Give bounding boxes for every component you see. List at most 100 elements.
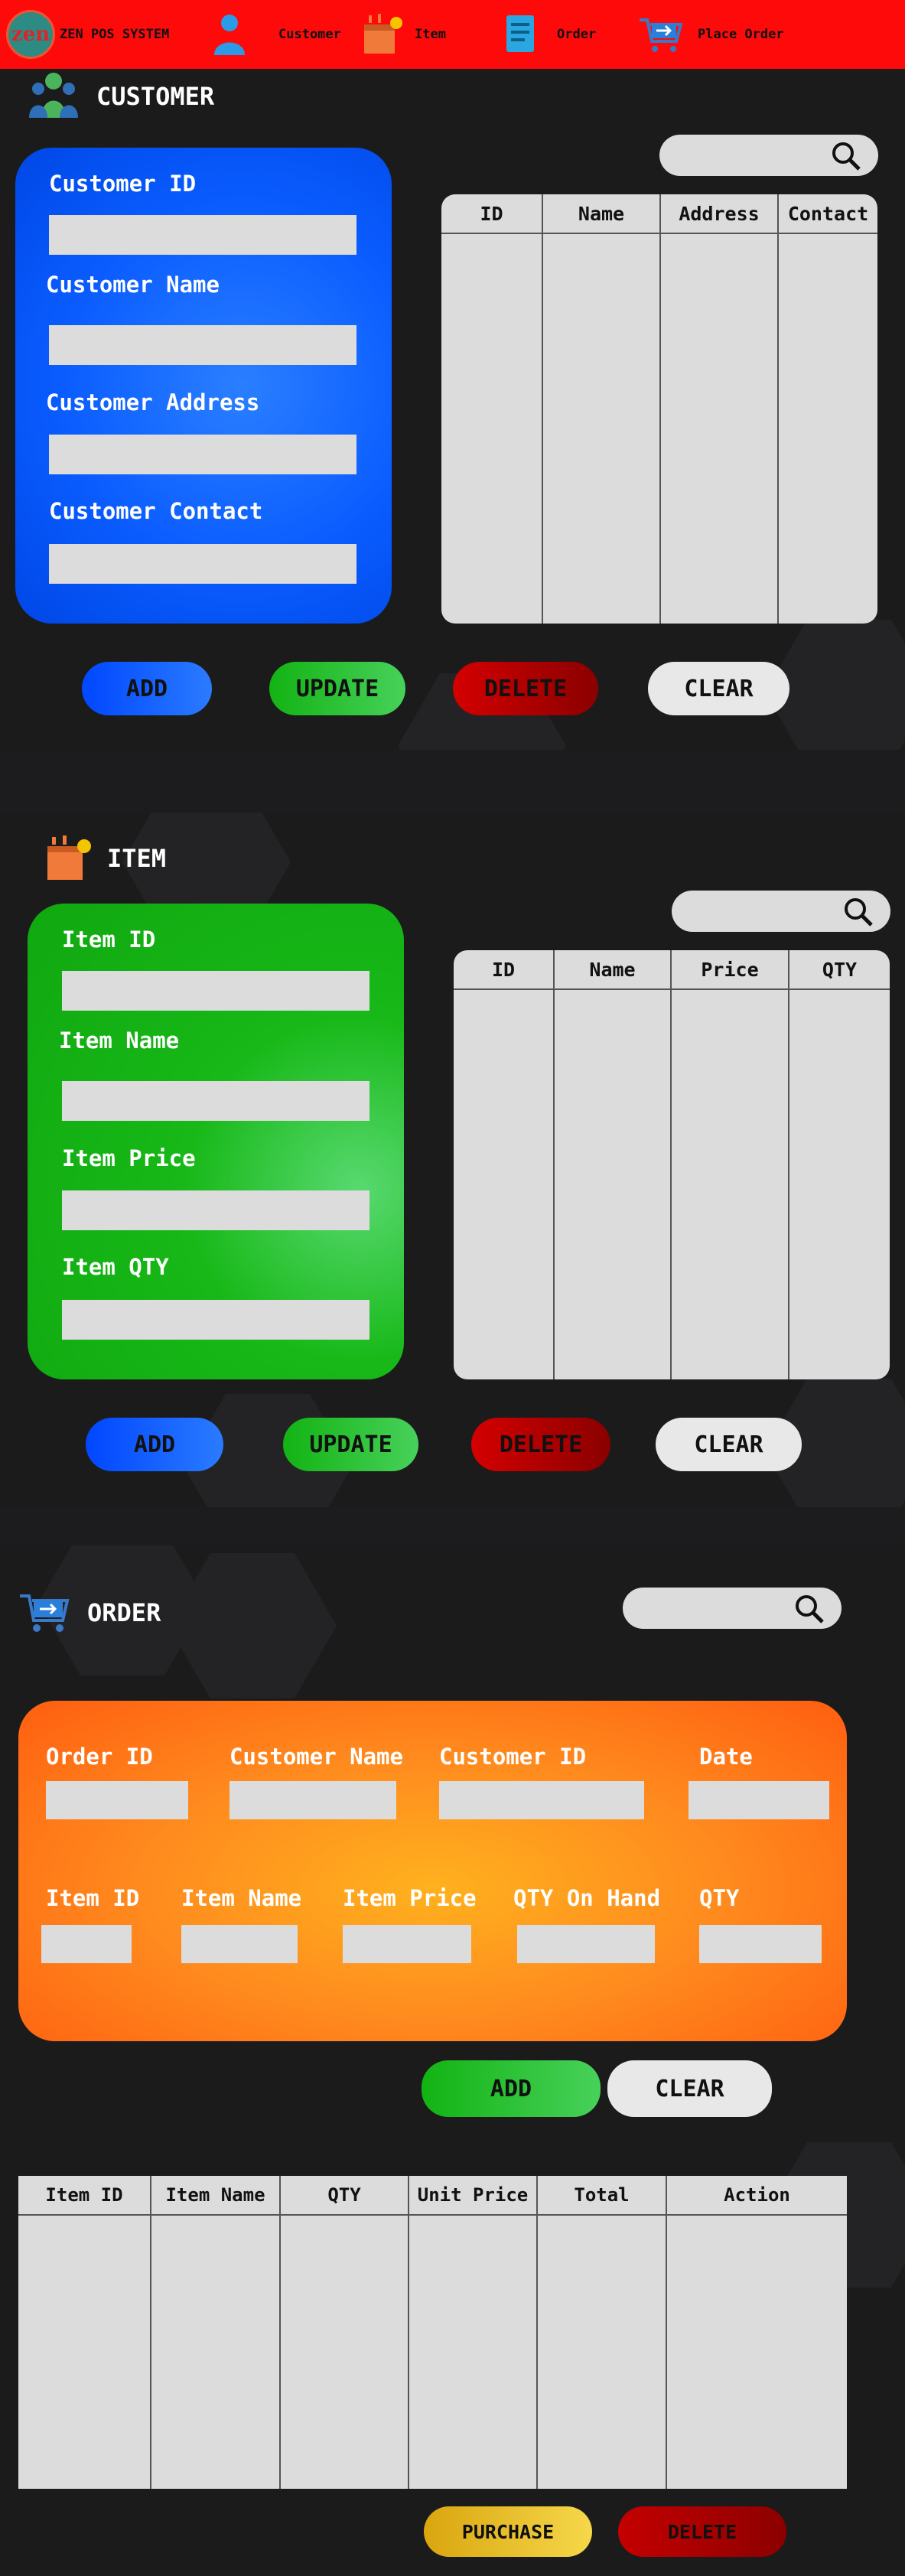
place-order-cart-icon: [640, 18, 682, 52]
item-table: ID Name Price QTY: [454, 950, 890, 1379]
item-section-title: ITEM: [44, 834, 166, 883]
customer-table: ID Name Address Contact: [441, 194, 877, 624]
customer-id-field[interactable]: [49, 215, 356, 255]
brand[interactable]: zen ZEN POS SYSTEM: [6, 0, 169, 69]
zen-logo: zen: [6, 10, 55, 59]
item-clear-button[interactable]: CLEAR: [656, 1418, 802, 1471]
nav-item-order[interactable]: Order: [502, 0, 596, 69]
customer-address-field[interactable]: [49, 435, 356, 474]
label-item-name: Item Name: [59, 1027, 180, 1054]
customer-delete-button[interactable]: DELETE: [453, 662, 598, 715]
label-item-price: Item Price: [343, 1885, 477, 1911]
item-qty-field[interactable]: [62, 1300, 369, 1340]
nav-label-order: Order: [557, 27, 597, 42]
item-update-button[interactable]: UPDATE: [283, 1418, 418, 1471]
order-item-name-field[interactable]: [181, 1925, 298, 1963]
table-column: [667, 2216, 847, 2489]
item-search-input[interactable]: [672, 891, 890, 932]
table-column: [18, 2216, 151, 2489]
brand-name: ZEN POS SYSTEM: [60, 27, 170, 42]
item-box-icon: [364, 14, 402, 54]
label-item-qty: Item QTY: [62, 1254, 169, 1280]
label-item-name: Item Name: [181, 1885, 302, 1911]
search-icon[interactable]: [794, 1594, 825, 1624]
table-column: [789, 990, 890, 1379]
column-header: QTY: [281, 2176, 409, 2214]
table-column: [441, 234, 543, 624]
item-table-body: [454, 990, 890, 1379]
table-column: [454, 990, 555, 1379]
customer-name-field[interactable]: [49, 325, 356, 365]
order-item-id-field[interactable]: [41, 1925, 132, 1963]
nav-label-place-order: Place Order: [698, 27, 784, 42]
item-id-field[interactable]: [62, 971, 369, 1011]
table-column: [538, 2216, 667, 2489]
item-delete-button[interactable]: DELETE: [471, 1418, 610, 1471]
column-header: Unit Price: [409, 2176, 538, 2214]
table-column: [281, 2216, 409, 2489]
order-item-price-field[interactable]: [343, 1925, 471, 1963]
customer-table-body: [441, 234, 877, 624]
column-header: Price: [672, 950, 789, 988]
column-header: Address: [661, 194, 779, 233]
column-header: Contact: [787, 202, 869, 225]
column-header: Total: [538, 2176, 667, 2214]
order-delete-button[interactable]: DELETE: [618, 2506, 786, 2557]
item-price-field[interactable]: [62, 1190, 369, 1230]
hex-decoration: [168, 1553, 337, 1698]
nav-item-item[interactable]: Item: [361, 0, 446, 69]
item-name-field[interactable]: [62, 1081, 369, 1121]
label-customer-id: Customer ID: [49, 171, 197, 197]
customer-contact-field[interactable]: [49, 544, 356, 584]
item-table-header: ID Name Price QTY: [454, 950, 890, 990]
order-customer-name-field[interactable]: [230, 1781, 396, 1819]
order-customer-id-field[interactable]: [439, 1781, 644, 1819]
customer-icon: [214, 15, 245, 55]
label-qty-on-hand: QTY On Hand: [513, 1885, 661, 1911]
order-table-header: Item ID Item Name QTY Unit Price Total A…: [18, 2176, 847, 2216]
order-search-input[interactable]: [623, 1588, 842, 1629]
column-header: ID: [454, 950, 555, 988]
nav-label-customer: Customer: [278, 27, 341, 42]
search-icon[interactable]: [831, 141, 861, 171]
order-qty-on-hand-field[interactable]: [517, 1925, 655, 1963]
table-column: [555, 990, 672, 1379]
label-customer-name: Customer Name: [230, 1744, 403, 1770]
table-column: [779, 234, 877, 624]
customer-section: CUSTOMER Customer ID Customer Name Custo…: [0, 69, 905, 750]
order-table-body: [18, 2216, 847, 2489]
customer-table-header: ID Name Address Contact: [441, 194, 877, 234]
order-add-button[interactable]: ADD: [422, 2060, 601, 2117]
label-customer-contact: Customer Contact: [49, 498, 263, 524]
label-customer-address: Customer Address: [46, 389, 260, 415]
label-item-id: Item ID: [46, 1885, 140, 1911]
table-column: [543, 234, 661, 624]
order-qty-field[interactable]: [699, 1925, 822, 1963]
order-date-field[interactable]: [689, 1781, 829, 1819]
label-qty: QTY: [699, 1885, 740, 1911]
label-order-id: Order ID: [46, 1744, 153, 1770]
order-section: ORDER Order ID Customer Name Customer ID…: [0, 1545, 905, 2576]
column-header: Item Name: [151, 2176, 281, 2214]
order-section-title: ORDER: [18, 1591, 161, 1634]
search-icon[interactable]: [843, 897, 874, 927]
table-column: [151, 2216, 281, 2489]
top-nav: zen ZEN POS SYSTEM Customer Item Order P…: [0, 0, 905, 69]
nav-item-customer[interactable]: Customer: [211, 0, 341, 69]
order-clear-button[interactable]: CLEAR: [607, 2060, 772, 2117]
purchase-button[interactable]: PURCHASE: [424, 2506, 592, 2557]
label-customer-id: Customer ID: [439, 1744, 587, 1770]
table-column: [672, 990, 789, 1379]
column-header: QTY: [822, 958, 858, 981]
item-add-button[interactable]: ADD: [86, 1418, 223, 1471]
customer-form-card: Customer ID Customer Name Customer Addre…: [15, 148, 392, 624]
customer-update-button[interactable]: UPDATE: [269, 662, 405, 715]
customer-clear-button[interactable]: CLEAR: [648, 662, 789, 715]
nav-item-place-order[interactable]: Place Order: [638, 0, 784, 69]
customer-add-button[interactable]: ADD: [82, 662, 212, 715]
customer-section-title: CUSTOMER: [28, 70, 214, 122]
order-id-field[interactable]: [46, 1781, 188, 1819]
label-customer-name: Customer Name: [46, 272, 220, 298]
label-item-id: Item ID: [62, 927, 156, 953]
customer-search-input[interactable]: [659, 135, 878, 176]
